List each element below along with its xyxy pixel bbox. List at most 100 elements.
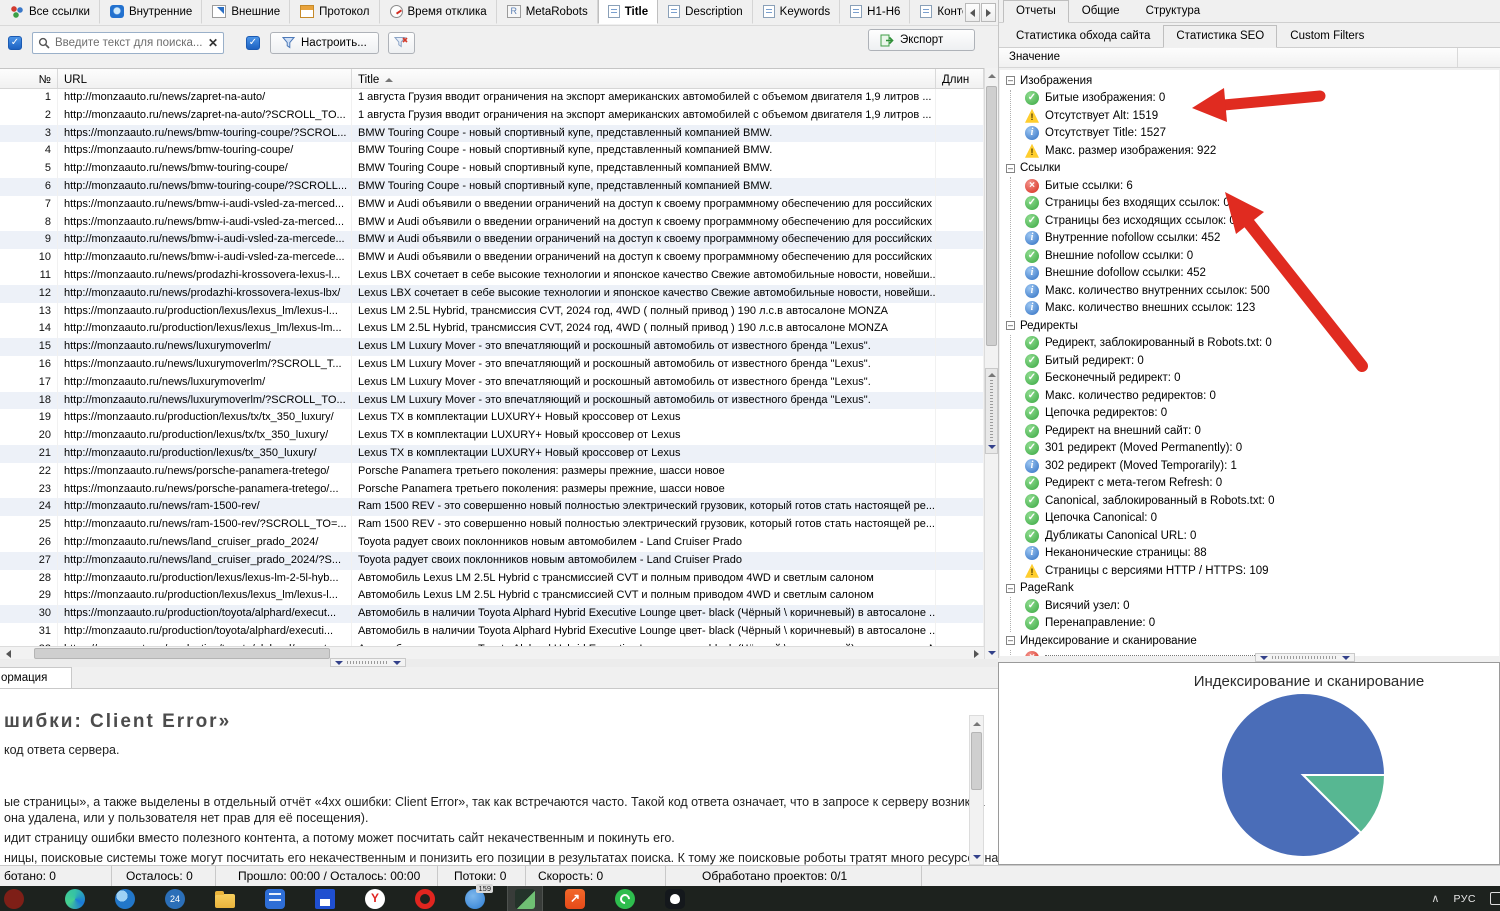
horizontal-splitter[interactable] (0, 659, 998, 667)
table-row[interactable]: 16https://monzaauto.ru/news/luxurymoverl… (0, 356, 984, 374)
thunderbird-icon-slot[interactable] (108, 886, 142, 911)
tree-group[interactable]: –Индексирование и сканирование (1006, 632, 1499, 650)
tab-scroll-right-button[interactable] (981, 3, 996, 22)
value-column-header[interactable]: Значение (999, 48, 1500, 68)
partial-app-icon[interactable] (4, 889, 24, 909)
subtab-Статистика обхода сайта[interactable]: Статистика обхода сайта (1003, 25, 1163, 48)
scroll-down-arrow[interactable] (985, 645, 998, 660)
vertical-scroll-thumb[interactable] (986, 86, 997, 346)
chart-app-icon[interactable]: ↗ (565, 889, 585, 909)
site-analyzer-icon[interactable] (515, 889, 535, 909)
tree-item[interactable]: ✓Цепочка Canonical: 0 (1025, 510, 1499, 528)
whatsapp-icon[interactable] (615, 889, 635, 909)
table-row[interactable]: 29https://monzaauto.ru/production/lexus/… (0, 587, 984, 605)
table-row[interactable]: 23https://monzaauto.ru/news/porsche-pana… (0, 481, 984, 499)
tab-h1-h6[interactable]: H1-H6 (840, 0, 910, 24)
left-splitter-handle[interactable] (330, 658, 406, 667)
opera-icon-slot[interactable] (408, 886, 442, 911)
site-analyzer-icon-slot[interactable] (508, 886, 542, 911)
github-icon-slot[interactable] (658, 886, 692, 911)
tab-response-time[interactable]: Время отклика (380, 0, 497, 24)
language-indicator[interactable]: РУС (1453, 893, 1476, 905)
tree-item[interactable]: ✓Битые изображения: 0 (1025, 90, 1499, 108)
table-row[interactable]: 4https://monzaauto.ru/news/bmw-touring-c… (0, 142, 984, 160)
tab-metarobots[interactable]: MetaRobots (497, 0, 598, 24)
info-scroll-up[interactable] (970, 716, 983, 731)
tree-item[interactable]: iНеканонические страницы: 88 (1025, 545, 1499, 563)
table-vertical-scrollbar[interactable] (984, 68, 998, 660)
column-header-url[interactable]: URL (58, 69, 352, 88)
table-row[interactable]: 5http://monzaauto.ru/news/bmw-touring-co… (0, 160, 984, 178)
table-row[interactable]: 18http://monzaauto.ru/news/luxurymoverlm… (0, 392, 984, 410)
table-row[interactable]: 7https://monzaauto.ru/news/bmw-i-audi-vs… (0, 196, 984, 214)
collapse-icon[interactable]: – (1006, 584, 1015, 593)
info-scroll-thumb[interactable] (971, 732, 982, 790)
column-header-length[interactable]: Длин (936, 69, 984, 88)
tab-Структура[interactable]: Структура (1133, 0, 1214, 23)
github-icon[interactable] (665, 889, 685, 909)
horizontal-scroll-thumb[interactable] (34, 648, 330, 659)
table-row[interactable]: 15https://monzaauto.ru/news/luxurymoverl… (0, 338, 984, 356)
tab-title[interactable]: Title (598, 0, 658, 24)
tab-external[interactable]: Внешние (202, 0, 290, 24)
table-row[interactable]: 21http://monzaauto.ru/production/lexus/t… (0, 445, 984, 463)
column-splitter[interactable] (1457, 48, 1458, 67)
table-row[interactable]: 17http://monzaauto.ru/news/luxurymoverlm… (0, 374, 984, 392)
tab-description[interactable]: Description (658, 0, 753, 24)
tree-item[interactable]: !Макс. размер изображения: 922 (1025, 142, 1499, 160)
chart-app-icon-slot[interactable]: ↗ (558, 886, 592, 911)
column-header-title[interactable]: Title (352, 69, 936, 88)
collapse-icon[interactable]: – (1006, 164, 1015, 173)
table-row[interactable]: 28http://monzaauto.ru/production/lexus/l… (0, 570, 984, 588)
clear-search-icon[interactable]: ✕ (208, 37, 218, 49)
table-row[interactable]: 13https://monzaauto.ru/production/lexus/… (0, 303, 984, 321)
stats-badge-icon-slot[interactable]: 159 (458, 886, 492, 911)
filter-enabled-checkbox[interactable]: ✓ (246, 36, 260, 50)
table-row[interactable]: 11https://monzaauto.ru/news/prodazhi-kro… (0, 267, 984, 285)
yandex-browser-icon-slot[interactable]: Y (358, 886, 392, 911)
column-header-number[interactable]: № (0, 69, 58, 88)
search-input[interactable]: Введите текст для поиска... (55, 37, 203, 49)
tree-group[interactable]: –Редиректы (1006, 317, 1499, 335)
save-app-icon[interactable] (315, 889, 335, 909)
folder-icon-slot[interactable] (208, 886, 242, 911)
subtab-Custom Filters[interactable]: Custom Filters (1277, 25, 1377, 48)
tree-item[interactable]: !Страницы с версиями HTTP / HTTPS: 109 (1025, 562, 1499, 580)
tree-item[interactable]: !Отсутствует Alt: 1519 (1025, 107, 1499, 125)
tree-item[interactable]: ×Битые ссылки: 6 (1025, 177, 1499, 195)
whatsapp-icon-slot[interactable] (608, 886, 642, 911)
yandex-browser-icon[interactable]: Y (365, 889, 385, 909)
tree-item[interactable]: i302 редирект (Moved Temporarily): 1 (1025, 457, 1499, 475)
tab-internal[interactable]: Внутренние (100, 0, 202, 24)
right-splitter-handle[interactable] (1255, 653, 1355, 662)
tree-item[interactable]: ✓Дубликаты Canonical URL: 0 (1025, 527, 1499, 545)
tab-protocol[interactable]: Протокол (290, 0, 379, 24)
tab-scroll-left-button[interactable] (965, 3, 980, 22)
tree-item[interactable]: ✓Внешние nofollow ссылки: 0 (1025, 247, 1499, 265)
tree-item[interactable]: ✓Страницы без исходящих ссылок: 0 (1025, 212, 1499, 230)
table-row[interactable]: 8https://monzaauto.ru/news/bmw-i-audi-vs… (0, 214, 984, 232)
table-horizontal-scrollbar[interactable] (0, 646, 984, 660)
reset-filter-button[interactable] (388, 32, 415, 54)
table-row[interactable]: 30https://monzaauto.ru/production/toyota… (0, 605, 984, 623)
export-button[interactable]: Экспорт (868, 29, 975, 51)
tree-item[interactable]: ✓301 редирект (Moved Permanently): 0 (1025, 440, 1499, 458)
table-row[interactable]: 24http://monzaauto.ru/news/ram-1500-rev/… (0, 498, 984, 516)
search-box[interactable]: Введите текст для поиска... ✕ (32, 32, 224, 54)
tree-item[interactable]: ✓Страницы без входящих ссылок: 0 (1025, 195, 1499, 213)
partial-app-icon-slot[interactable] (8, 886, 42, 911)
tree-item[interactable]: iВнутренние nofollow ссылки: 452 (1025, 230, 1499, 248)
tree-item[interactable]: iМакс. количество внутренних ссылок: 500 (1025, 282, 1499, 300)
tab-Отчеты[interactable]: Отчеты (1003, 0, 1069, 23)
scroll-up-arrow[interactable] (985, 68, 998, 83)
calculator-icon[interactable] (265, 889, 285, 909)
table-row[interactable]: 31http://monzaauto.ru/production/toyota/… (0, 623, 984, 641)
clock24-icon[interactable]: 24 (165, 889, 185, 909)
touch-keyboard-icon[interactable] (1490, 892, 1500, 905)
save-app-icon-slot[interactable] (308, 886, 342, 911)
table-row[interactable]: 27http://monzaauto.ru/news/land_cruiser_… (0, 552, 984, 570)
collapse-icon[interactable]: – (1006, 636, 1015, 645)
tree-item[interactable]: iОтсутствует Title: 1527 (1025, 125, 1499, 143)
opera-icon[interactable] (415, 889, 435, 909)
tree-item[interactable]: ✓Битый редирект: 0 (1025, 352, 1499, 370)
